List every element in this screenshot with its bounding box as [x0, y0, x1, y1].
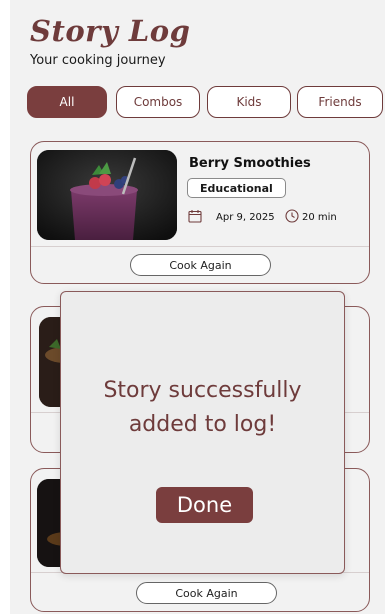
page-subtitle: Your cooking journey: [30, 53, 166, 68]
date-text: Apr 9, 2025: [216, 212, 275, 223]
date-meta: Apr 9, 2025: [188, 209, 275, 226]
category-tag: Educational: [187, 178, 286, 198]
filter-chip-all[interactable]: All: [27, 86, 107, 118]
story-card: Berry Smoothies Educational Apr 9, 2025 …: [30, 141, 370, 284]
clock-icon: [285, 209, 299, 226]
duration-text: 20 min: [302, 212, 337, 223]
cook-again-button[interactable]: Cook Again: [136, 582, 277, 604]
card-title: Berry Smoothies: [189, 156, 311, 171]
cook-again-button[interactable]: Cook Again: [130, 254, 271, 276]
calendar-icon: [188, 209, 202, 226]
success-dialog: Story successfully added to log! Done: [60, 291, 345, 574]
done-button[interactable]: Done: [156, 487, 253, 523]
filter-chip-combos[interactable]: Combos: [116, 86, 200, 118]
smoothie-image: [37, 150, 177, 240]
duration-meta: 20 min: [285, 209, 337, 226]
success-message: Story successfully added to log!: [103, 378, 302, 437]
filter-chip-friends[interactable]: Friends: [297, 86, 383, 118]
filter-chip-kids[interactable]: Kids: [207, 86, 291, 118]
page-title: Story Log: [30, 14, 191, 48]
